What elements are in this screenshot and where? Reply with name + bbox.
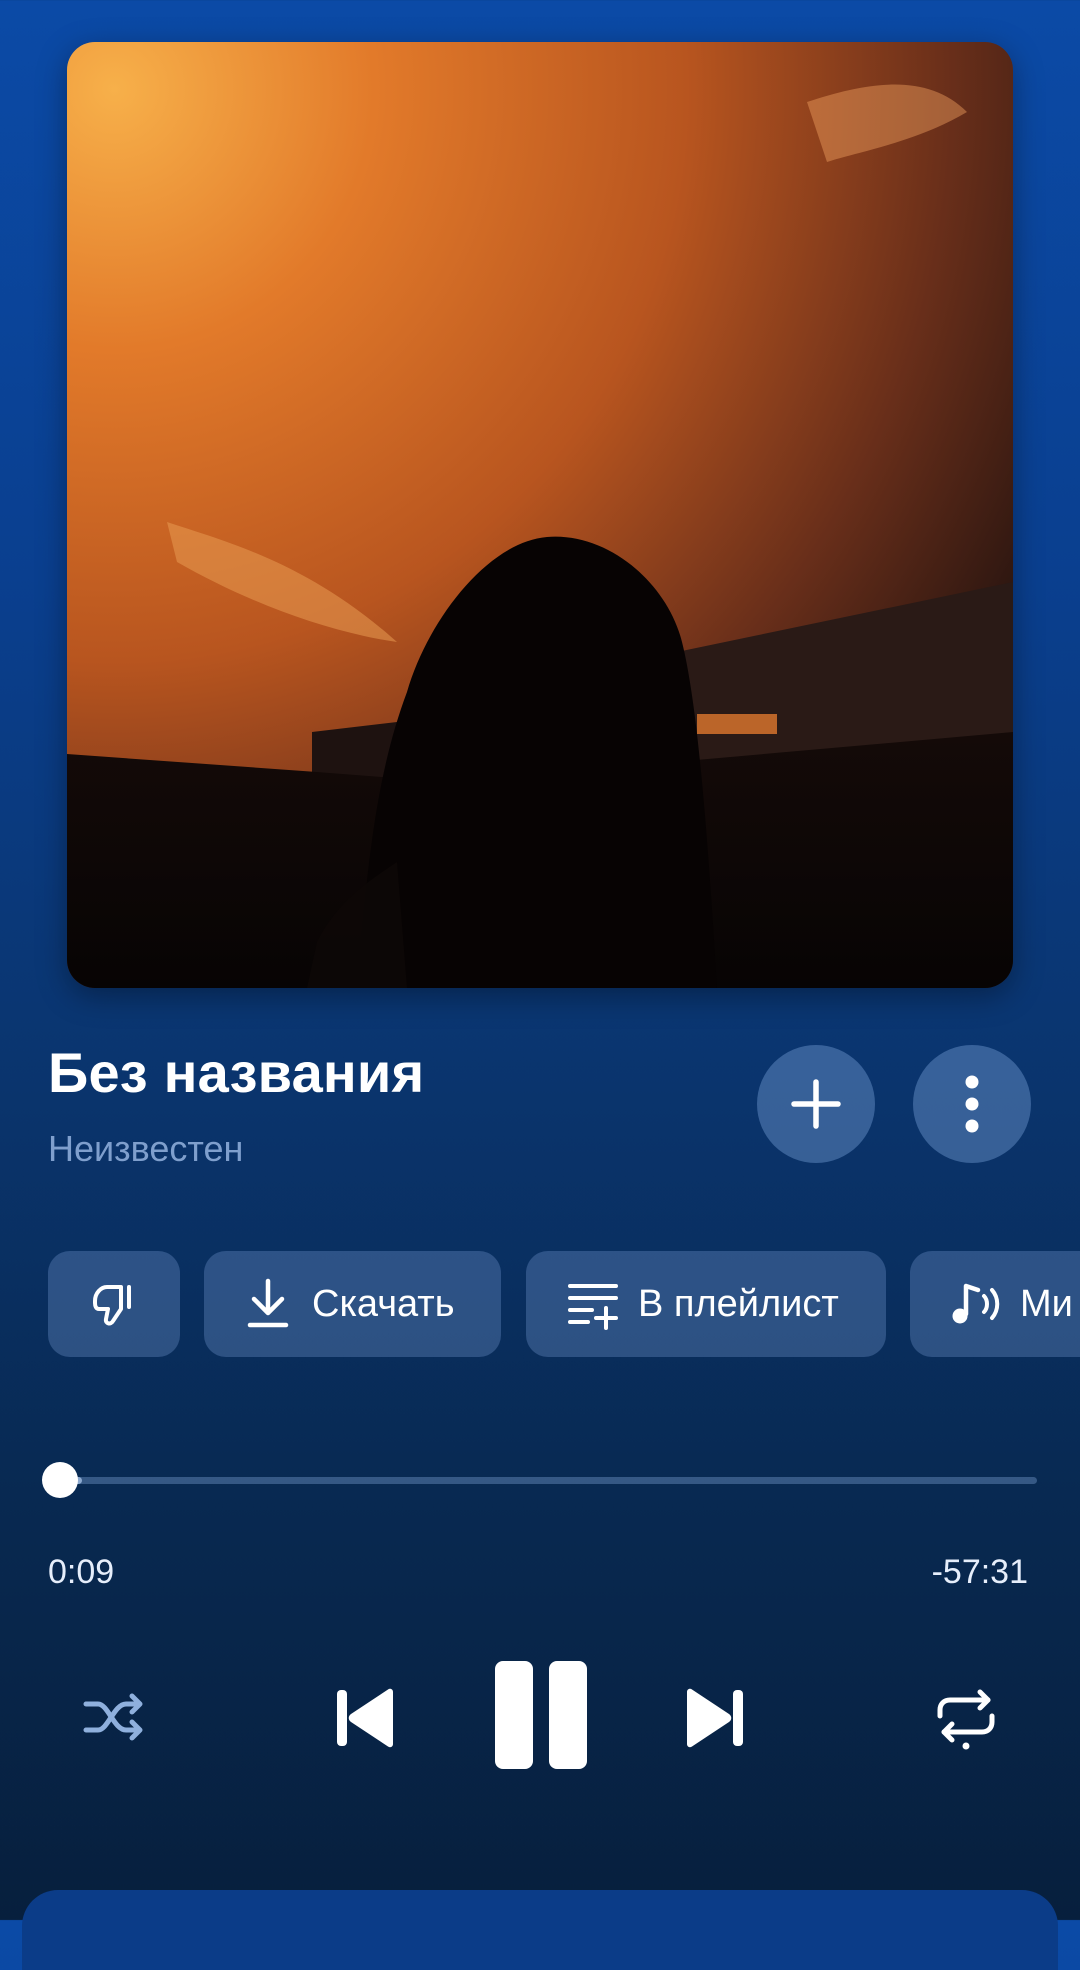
skip-next-icon: [687, 1688, 743, 1748]
download-label: Скачать: [312, 1282, 455, 1325]
pause-button[interactable]: [488, 1657, 594, 1773]
shuffle-button[interactable]: [72, 1682, 158, 1752]
plus-icon: [791, 1079, 841, 1129]
repeat-icon: [937, 1689, 995, 1750]
dislike-button[interactable]: [48, 1251, 180, 1357]
music-wave-icon: [948, 1280, 1004, 1328]
previous-button[interactable]: [326, 1678, 406, 1758]
bottom-sheet[interactable]: [22, 1890, 1058, 1970]
download-button[interactable]: Скачать: [204, 1251, 501, 1357]
thumbs-down-icon: [87, 1277, 141, 1331]
elapsed-time: 0:09: [48, 1553, 115, 1591]
track-title: Без названия: [48, 1041, 425, 1104]
repeat-button[interactable]: [924, 1680, 1008, 1756]
add-button[interactable]: [757, 1045, 875, 1163]
skip-previous-icon: [337, 1688, 393, 1748]
more-button[interactable]: [913, 1045, 1031, 1163]
action-chips: Скачать В плейлист Ми: [48, 1251, 1080, 1359]
add-to-playlist-button[interactable]: В плейлист: [526, 1251, 886, 1357]
shuffle-icon: [83, 1693, 143, 1741]
playlist-label: В плейлист: [638, 1282, 839, 1325]
download-icon: [244, 1277, 292, 1331]
album-cover: [67, 42, 1013, 988]
playlist-add-icon: [566, 1278, 622, 1330]
pause-icon: [495, 1661, 587, 1769]
remaining-time: -57:31: [931, 1553, 1028, 1591]
more-vertical-icon: [965, 1075, 979, 1133]
album-cover-image: [67, 42, 1013, 988]
progress-slider[interactable]: [41, 1462, 1037, 1498]
mix-button[interactable]: Ми: [910, 1251, 1080, 1357]
next-button[interactable]: [674, 1678, 754, 1758]
track-artist[interactable]: Неизвестен: [48, 1128, 243, 1170]
mix-label: Ми: [1020, 1282, 1073, 1325]
progress-thumb[interactable]: [41, 1462, 78, 1498]
